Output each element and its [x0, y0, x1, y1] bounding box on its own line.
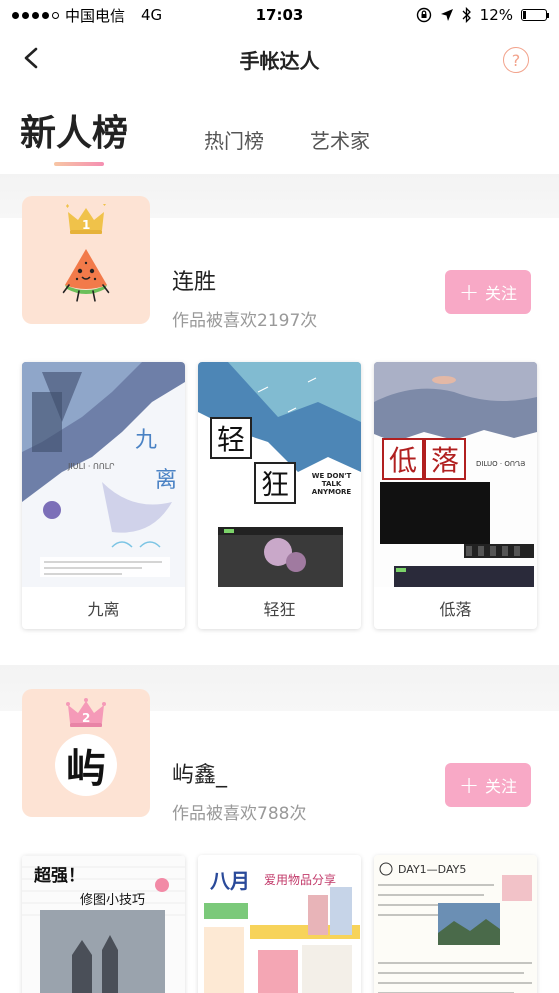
avatar-card[interactable]: 2 屿 — [22, 689, 150, 817]
artwork-char: 离 — [155, 468, 178, 493]
avatar: 屿 — [55, 734, 117, 796]
follow-button[interactable]: + 关注 — [445, 763, 531, 807]
work-title: 轻狂 — [263, 600, 296, 619]
artwork-latin: JIULI · ՈՈԼՐ — [68, 462, 115, 471]
work-title: 低落 — [439, 600, 472, 619]
battery-icon — [521, 9, 549, 21]
status-bar: 中国电信 4G 17:03 12% — [0, 0, 559, 30]
user-info: 屿鑫_ 作品被喜欢788次 — [172, 757, 306, 824]
bluetooth-icon — [462, 7, 471, 23]
work-thumbnail: 低 落 DILUO · ՕՈՂՅ — [374, 362, 537, 587]
artwork-glyph: 落 — [424, 438, 466, 480]
work-card[interactable]: 超强！ 修图小技巧 — [22, 855, 185, 993]
work-thumbnail: DAY1—DAY5 — [374, 855, 537, 993]
work-thumbnail: 九 离 JIULI · ՈՈԼՐ — [22, 362, 185, 587]
network-label: 4G — [141, 6, 163, 24]
artwork-glyph: 低 — [382, 438, 424, 480]
artwork-char: 九 — [135, 428, 158, 453]
follow-label: 关注 — [485, 284, 518, 303]
tab-new[interactable]: 新人榜 — [20, 104, 129, 166]
work-card[interactable]: 九 离 JIULI · ՈՈԼՐ 九离 — [22, 362, 185, 629]
work-card[interactable]: 低 落 DILUO · ՕՈՂՅ 低落 — [374, 362, 537, 629]
rotation-lock-icon — [416, 7, 431, 23]
follow-button[interactable]: + 关注 — [445, 270, 531, 314]
status-left: 中国电信 4G — [12, 5, 162, 26]
work-thumbnail: 超强！ 修图小技巧 — [22, 855, 185, 993]
artwork-title: DAY1—DAY5 — [398, 863, 467, 876]
status-right: 12% — [416, 6, 549, 24]
carrier-label: 中国电信 — [65, 6, 126, 25]
user-info: 连胜 作品被喜欢2197次 — [172, 264, 317, 331]
artwork-title: 超强！ — [34, 866, 85, 886]
location-icon — [440, 9, 453, 21]
work-list: 超强！ 修图小技巧 八月 爱用物品分享 DAY1—DAY5 — [22, 855, 537, 993]
battery-percent: 12% — [479, 6, 513, 24]
user-row: 2 屿 屿鑫_ 作品被喜欢788次 + 关注 — [22, 689, 537, 829]
like-count: 作品被喜欢2197次 — [172, 311, 318, 331]
work-thumbnail: 轻 狂 WE DON'T TALK ANYMORE — [198, 362, 361, 587]
follow-label: 关注 — [485, 777, 518, 796]
avatar — [62, 249, 110, 302]
work-list: 九 离 JIULI · ՈՈԼՐ 九离 轻 狂 WE DON'T TALK AN… — [22, 362, 537, 665]
tab-hot[interactable]: 热门榜 — [204, 125, 264, 160]
artwork-english: WE DON'T TALK ANYMORE — [311, 472, 352, 496]
tab-label: 新人榜 — [20, 113, 129, 154]
artwork-title: 八月 — [210, 869, 250, 893]
user-name[interactable]: 屿鑫_ — [172, 757, 306, 789]
user-name[interactable]: 连胜 — [172, 264, 317, 296]
work-card[interactable]: DAY1—DAY5 — [374, 855, 537, 993]
artwork-glyph: 轻 — [210, 417, 252, 459]
nav-bar: 手帐达人 ? — [0, 30, 559, 88]
artwork-subtitle: 修图小技巧 — [80, 893, 146, 908]
user-row: 1 连胜 作品被喜欢2197次 + 关注 — [22, 196, 537, 336]
signal-icon — [12, 11, 59, 19]
work-title: 九离 — [87, 600, 120, 619]
plus-icon: + — [458, 771, 480, 799]
artwork-glyph: 狂 — [254, 462, 296, 504]
help-icon[interactable]: ? — [503, 47, 529, 73]
ranking-tabs: 新人榜 热门榜 艺术家 — [0, 88, 559, 174]
rank-number: 2 — [82, 711, 91, 725]
rank-entry: 1 连胜 作品被喜欢2197次 + 关注 九 离 JIULI · ՈՈԼՐ 九离… — [0, 196, 559, 665]
rank-number: 1 — [82, 218, 91, 232]
back-arrow-icon[interactable] — [18, 44, 46, 72]
rank-entry: 2 屿 屿鑫_ 作品被喜欢788次 + 关注 超强！ 修图小技巧 八月 爱用物品… — [0, 689, 559, 993]
avatar-card[interactable]: 1 — [22, 196, 150, 324]
artwork-subtitle: 爱用物品分享 — [264, 873, 337, 887]
tab-artist[interactable]: 艺术家 — [310, 125, 370, 160]
plus-icon: + — [458, 278, 480, 306]
artwork-latin: DILUO · ՕՈՂՅ — [476, 460, 526, 468]
like-count: 作品被喜欢788次 — [172, 804, 307, 824]
page-title: 手帐达人 — [239, 48, 320, 73]
tab-indicator — [54, 162, 104, 166]
work-thumbnail: 八月 爱用物品分享 — [198, 855, 361, 993]
work-card[interactable]: 八月 爱用物品分享 — [198, 855, 361, 993]
work-card[interactable]: 轻 狂 WE DON'T TALK ANYMORE 轻狂 — [198, 362, 361, 629]
